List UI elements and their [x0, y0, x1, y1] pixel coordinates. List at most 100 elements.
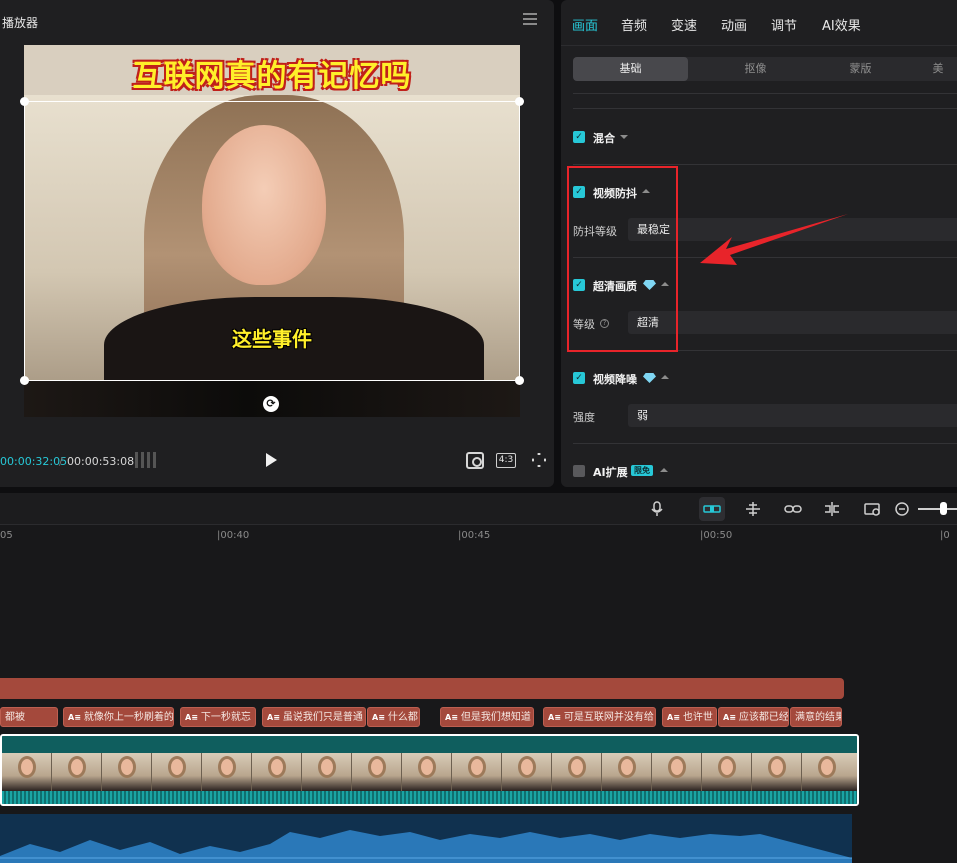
zoom-fit-icon[interactable]: [466, 452, 484, 469]
audio-track-clip[interactable]: [0, 814, 852, 863]
resize-handle-bottom-left[interactable]: [20, 376, 29, 385]
microphone-icon[interactable]: [648, 501, 666, 517]
tab-speed[interactable]: 变速: [671, 15, 697, 34]
aspect-ratio-button[interactable]: 4:3: [496, 453, 516, 468]
blend-label: 混合: [593, 132, 615, 145]
text-icon: A≡: [267, 713, 280, 722]
subtab-basic[interactable]: 基础: [573, 57, 688, 81]
blend-expand-icon[interactable]: [620, 135, 628, 139]
vip-diamond-icon: [643, 373, 656, 383]
video-frame-thumbnail: [202, 753, 252, 791]
video-frame-thumbnail: [652, 753, 702, 791]
zoom-slider-thumb[interactable]: [940, 502, 947, 515]
timeline-toolbar: [0, 493, 957, 525]
fullscreen-icon[interactable]: [532, 453, 546, 467]
caption-clip[interactable]: A≡ 下一秒就忘: [180, 707, 256, 727]
annotation-arrow-icon: [700, 214, 848, 265]
caption-clip[interactable]: A≡ 可是互联网并没有给: [543, 707, 656, 727]
video-frame-thumbnail: [152, 753, 202, 791]
zoom-slider-track[interactable]: [918, 508, 957, 510]
rotate-icon[interactable]: ⟳: [263, 396, 279, 412]
resize-handle-top-left[interactable]: [20, 97, 29, 106]
ruler-label: 05: [0, 530, 13, 541]
audio-waveform: [0, 830, 852, 863]
ruler-label: |00:45: [458, 530, 491, 541]
annotation-highlight-box: [567, 166, 678, 352]
denoise-label: 视频降噪: [593, 373, 637, 386]
denoise-strength-select[interactable]: 弱: [628, 404, 957, 427]
tab-animation[interactable]: 动画: [721, 15, 747, 34]
text-icon: A≡: [548, 713, 561, 722]
caption-text: 虽说我们只是普通: [282, 712, 363, 723]
player-title: 播放器: [2, 16, 39, 30]
current-time: 00:00:32:05: [0, 455, 68, 468]
caption-text: 但是我们想知道: [460, 712, 531, 723]
subtab-mask[interactable]: 蒙版: [803, 57, 918, 81]
caption-clip[interactable]: A≡ 就像你上一秒刷着的: [63, 707, 174, 727]
timeline-ruler[interactable]: 05 |00:40 |00:45 |00:50 |0: [0, 525, 957, 547]
text-icon: A≡: [372, 713, 385, 722]
caption-clip[interactable]: 满意的结果: [790, 707, 842, 727]
hamburger-menu-icon[interactable]: [523, 13, 537, 25]
main-track-magnet-icon[interactable]: [699, 497, 725, 521]
ai-expand-label: AI扩展: [593, 466, 628, 479]
subtab-beauty[interactable]: 美: [908, 57, 957, 81]
text-track-clip[interactable]: [0, 678, 844, 699]
ruler-label: |00:40: [217, 530, 250, 541]
caption-clip[interactable]: A≡ 虽说我们只是普通: [262, 707, 366, 727]
caption-text: 应该都已经: [738, 712, 789, 723]
preview-axis-icon[interactable]: [823, 501, 841, 517]
zoom-out-icon[interactable]: [894, 501, 912, 517]
denoise-collapse-icon[interactable]: [661, 375, 669, 379]
tab-picture[interactable]: 画面: [572, 15, 598, 34]
video-frame-thumbnail: [552, 753, 602, 791]
ai-expand-collapse-icon[interactable]: [660, 468, 668, 472]
caption-clip[interactable]: A≡ 也许世: [662, 707, 717, 727]
selection-box[interactable]: [24, 101, 520, 381]
video-frame-thumbnail: [602, 753, 652, 791]
caption-text: 下一秒就忘: [200, 712, 251, 723]
video-frame-thumbnail: [402, 753, 452, 791]
player-panel: 播放器 互联网真的有记忆吗 这些事件 ⟳ 00:00:32:05 / 00:00…: [0, 0, 554, 487]
video-frame-thumbnail: [2, 753, 52, 791]
ai-expand-checkbox[interactable]: [573, 465, 585, 477]
resize-handle-top-right[interactable]: [515, 97, 524, 106]
tab-adjust[interactable]: 调节: [771, 15, 797, 34]
text-icon: A≡: [68, 713, 81, 722]
video-audio-waveform: [2, 791, 857, 804]
play-button[interactable]: [266, 453, 277, 467]
caption-clip[interactable]: A≡ 应该都已经: [718, 707, 789, 727]
timecode-grid-icon[interactable]: [135, 452, 157, 468]
video-frame-thumbnail: [452, 753, 502, 791]
subtab-cutout[interactable]: 抠像: [698, 57, 813, 81]
auto-snap-icon[interactable]: [744, 501, 762, 517]
caption-text: 也许世: [682, 712, 713, 723]
tab-ai-effects[interactable]: AI效果: [822, 15, 861, 34]
caption-text: 就像你上一秒刷着的: [83, 712, 174, 723]
video-track-clip[interactable]: [0, 734, 859, 806]
caption-clip[interactable]: A≡ 但是我们想知道: [440, 707, 534, 727]
video-frame-thumbnail: [352, 753, 402, 791]
video-frame-thumbnail: [702, 753, 752, 791]
blend-checkbox[interactable]: ✓: [573, 131, 585, 143]
video-frame-thumbnail: [52, 753, 102, 791]
time-separator: /: [59, 455, 63, 468]
video-frame-thumbnail: [802, 753, 857, 791]
caption-clip[interactable]: 都被: [0, 707, 58, 727]
text-icon: A≡: [445, 713, 458, 722]
caption-clip[interactable]: A≡ 什么都: [367, 707, 420, 727]
timeline-panel: 05 |00:40 |00:45 |00:50 |0 都被 A≡ 就像你上一秒刷着…: [0, 493, 957, 863]
text-icon: A≡: [667, 713, 680, 722]
denoise-checkbox[interactable]: ✓: [573, 372, 585, 384]
link-icon[interactable]: [784, 501, 802, 517]
free-badge: 限免: [631, 465, 653, 476]
inspector-tabs: 画面 音频 变速 动画 调节 AI效果: [561, 0, 957, 46]
ruler-label: |00:50: [700, 530, 733, 541]
tab-audio[interactable]: 音频: [621, 15, 647, 34]
thumbnail-view-icon[interactable]: [864, 501, 882, 517]
resize-handle-bottom-right[interactable]: [515, 376, 524, 385]
caption-text: 可是互联网并没有给: [563, 712, 654, 723]
caption-text: 都被: [5, 712, 25, 723]
divider: [573, 108, 957, 109]
divider: [573, 164, 957, 165]
